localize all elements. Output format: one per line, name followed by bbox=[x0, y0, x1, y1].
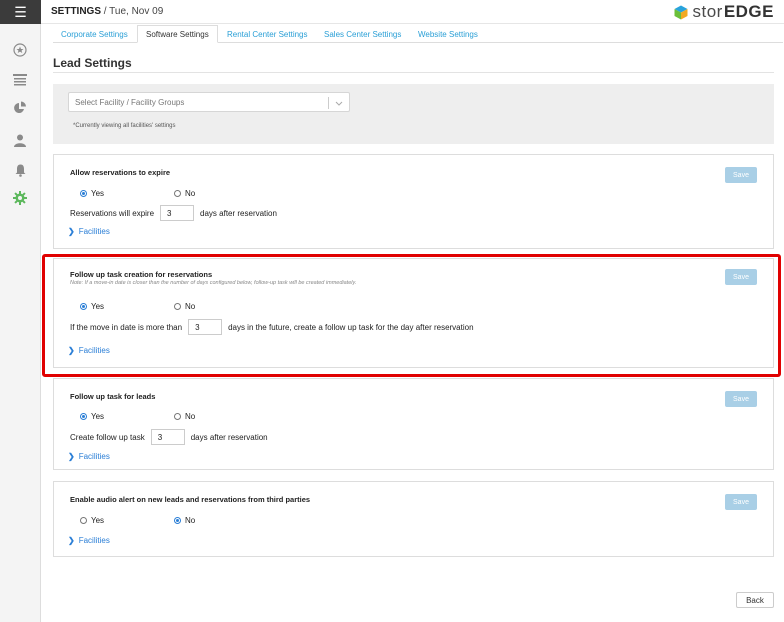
save-button[interactable]: Save bbox=[725, 391, 757, 407]
facility-note: *Currently viewing all facilities' setti… bbox=[73, 123, 176, 129]
expire-days-input[interactable] bbox=[160, 205, 195, 221]
radio-group: Yes No bbox=[70, 189, 270, 201]
facilities-link[interactable]: ❯ Facilities bbox=[68, 536, 110, 545]
facilities-link[interactable]: ❯ Facilities bbox=[68, 227, 110, 236]
chevron-down-icon[interactable] bbox=[334, 97, 344, 109]
radio-yes[interactable]: Yes bbox=[80, 516, 104, 525]
radio-yes[interactable]: Yes bbox=[80, 412, 104, 421]
top-bar: SETTINGS / Tue, Nov 09 stor EDGE bbox=[41, 0, 784, 24]
back-button[interactable]: Back bbox=[736, 592, 774, 608]
storedge-logo: stor EDGE bbox=[674, 2, 774, 22]
user-icon[interactable] bbox=[10, 130, 30, 150]
tab-website-settings[interactable]: Website Settings bbox=[410, 25, 486, 43]
pie-chart-icon[interactable] bbox=[10, 98, 30, 118]
save-button[interactable]: Save bbox=[725, 494, 757, 510]
divider bbox=[53, 72, 774, 73]
radio-no[interactable]: No bbox=[174, 516, 195, 525]
radio-no[interactable]: No bbox=[174, 189, 195, 198]
card-title: Allow reservations to expire bbox=[70, 168, 171, 177]
tab-rental-center-settings[interactable]: Rental Center Settings bbox=[219, 25, 316, 43]
tab-corporate-settings[interactable]: Corporate Settings bbox=[53, 25, 136, 43]
save-button[interactable]: Save bbox=[725, 167, 757, 183]
chevron-right-icon: ❯ bbox=[68, 536, 75, 545]
card-followup-leads: Follow up task for leads Save Yes No Cre… bbox=[53, 378, 774, 470]
menu-icon[interactable]: ☰ bbox=[0, 0, 41, 24]
radio-no[interactable]: No bbox=[174, 412, 195, 421]
expire-days-row: Reservations will expire days after rese… bbox=[70, 205, 277, 221]
leads-days-input[interactable] bbox=[150, 429, 185, 445]
page-title: Lead Settings bbox=[53, 56, 132, 70]
bell-icon[interactable] bbox=[10, 160, 30, 180]
radio-group: Yes No bbox=[70, 516, 270, 528]
page-breadcrumb: SETTINGS / Tue, Nov 09 bbox=[51, 6, 164, 17]
radio-group: Yes No bbox=[70, 412, 270, 424]
facility-select[interactable]: Select Facility / Facility Groups bbox=[68, 92, 350, 112]
list-icon[interactable] bbox=[10, 70, 30, 90]
facilities-link[interactable]: ❯ Facilities bbox=[68, 452, 110, 461]
card-title: Enable audio alert on new leads and rese… bbox=[70, 495, 311, 504]
gear-icon[interactable] bbox=[10, 188, 30, 208]
star-icon[interactable] bbox=[10, 40, 30, 60]
facility-select-placeholder: Select Facility / Facility Groups bbox=[75, 98, 185, 107]
facility-filter-panel: Select Facility / Facility Groups *Curre… bbox=[53, 84, 774, 144]
radio-yes[interactable]: Yes bbox=[80, 189, 104, 198]
highlight-box bbox=[42, 254, 781, 377]
card-title: Follow up task for leads bbox=[70, 392, 156, 401]
tab-software-settings[interactable]: Software Settings bbox=[137, 25, 218, 43]
tab-sales-center-settings[interactable]: Sales Center Settings bbox=[316, 25, 409, 43]
card-audio-alert: Enable audio alert on new leads and rese… bbox=[53, 481, 774, 557]
chevron-right-icon: ❯ bbox=[68, 452, 75, 461]
cube-icon bbox=[674, 5, 688, 19]
sidebar: ☰ bbox=[0, 0, 41, 622]
chevron-right-icon: ❯ bbox=[68, 227, 75, 236]
card-reservation-expire: Allow reservations to expire Save Yes No… bbox=[53, 154, 774, 249]
leads-days-row: Create follow up task days after reserva… bbox=[70, 429, 268, 445]
settings-tabs: Corporate Settings Software Settings Ren… bbox=[53, 25, 783, 43]
